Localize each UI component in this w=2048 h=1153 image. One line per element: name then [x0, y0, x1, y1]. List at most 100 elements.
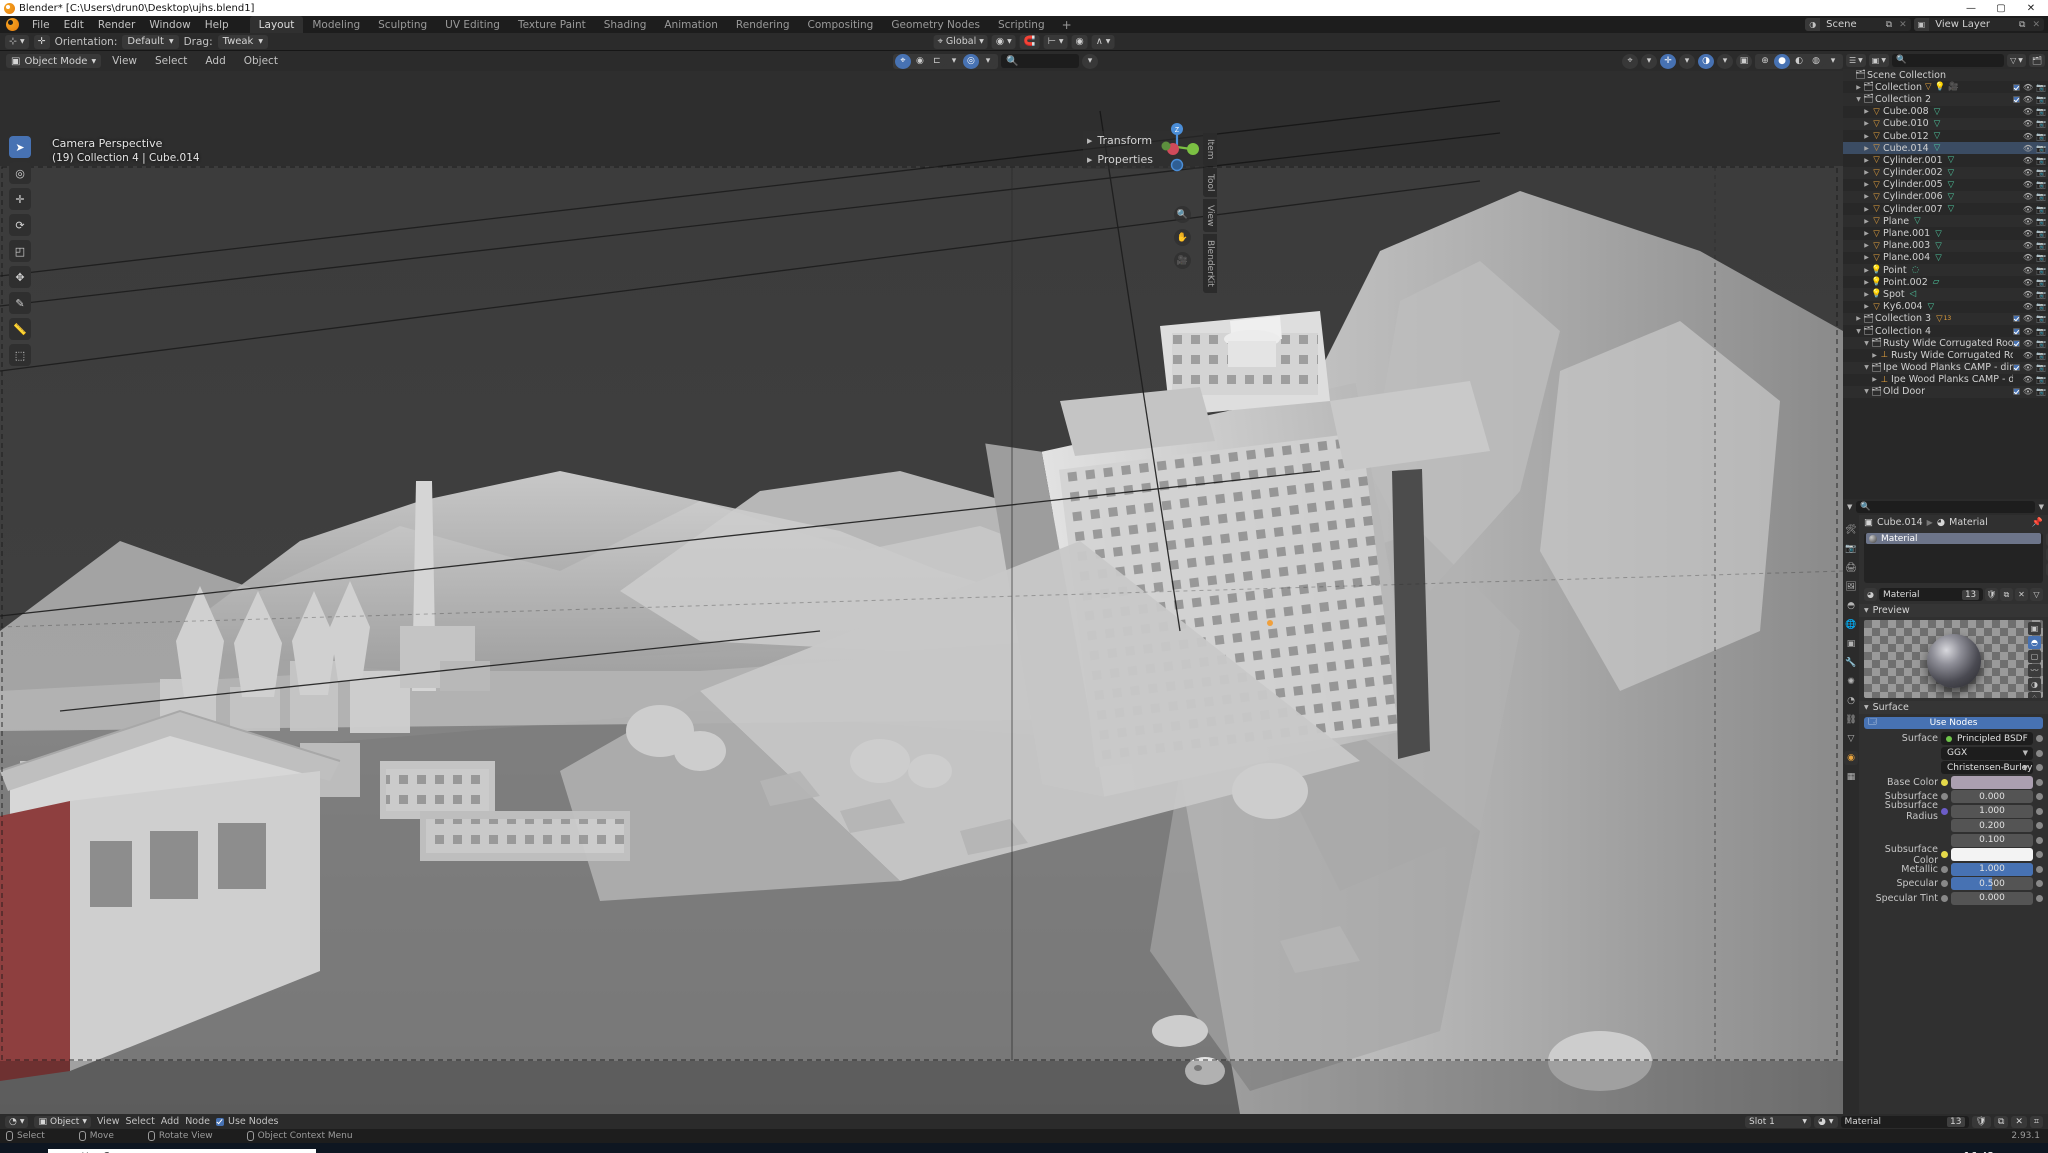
orientation-dropdown[interactable]: Default ▼ [122, 34, 179, 49]
property-dropdown[interactable]: Christensen-Burley ▼ [1941, 761, 2033, 774]
checkbox-icon[interactable] [2012, 327, 2020, 335]
move-tool-button[interactable]: ✛ [9, 188, 31, 210]
tab-layout[interactable]: Layout [249, 15, 304, 34]
node-use-nodes-checkbox[interactable]: Use Nodes [216, 1116, 279, 1127]
breadcrumb-object-label[interactable]: Cube.014 [1877, 517, 1923, 528]
vtab-item[interactable]: Item [1203, 133, 1217, 166]
snap-dropdown-icon[interactable]: ▾ [945, 53, 962, 69]
animate-property-dot[interactable] [2036, 735, 2043, 742]
chevron-right-icon[interactable]: ▶ [1862, 242, 1871, 249]
animate-property-dot[interactable] [2036, 778, 2043, 786]
checkbox-icon[interactable] [2012, 339, 2020, 347]
property-dropdown[interactable]: GGX ▼ [1941, 746, 2033, 760]
eye-icon[interactable]: 👁 [2023, 314, 2033, 323]
outliner-new-collection-icon[interactable]: 🗂 [2028, 53, 2045, 67]
node-menu-select[interactable]: Select [125, 1116, 154, 1127]
eye-icon[interactable]: 👁 [2023, 302, 2033, 311]
camera-view-icon[interactable]: 🎥 [1174, 252, 1191, 269]
show-gizmo-icon[interactable]: ⌖ [1622, 53, 1638, 69]
preview-section-header[interactable]: ▼ Preview [1859, 604, 2048, 617]
property-slider[interactable]: 0.200 [1951, 819, 2033, 832]
camera-icon[interactable]: 📷 [2036, 253, 2046, 262]
eye-icon[interactable]: 👁 [2023, 205, 2033, 214]
eye-icon[interactable]: 👁 [2023, 217, 2033, 226]
global-orientation-icon[interactable]: ⌖ [894, 53, 911, 69]
new-scene-icon[interactable]: ⧉ [1883, 20, 1895, 30]
drag-dropdown[interactable]: Tweak ▼ [217, 34, 268, 49]
chevron-down-icon[interactable]: ▼ [1854, 328, 1863, 335]
viewport-menu-add[interactable]: Add [198, 54, 232, 68]
material-slot-list[interactable]: Material + − ▾ [1864, 533, 2048, 583]
tab-texture-paint[interactable]: Texture Paint [509, 16, 595, 34]
outliner-row[interactable]: ▶ 🗂 Collection 3 ▽ 13 👁 📷 [1843, 312, 2048, 325]
unlink-scene-icon[interactable]: ✕ [1895, 20, 1911, 30]
socket-dot-icon[interactable] [1941, 851, 1948, 858]
chevron-right-icon[interactable]: ▶ [1870, 376, 1879, 383]
animate-property-dot[interactable] [2036, 880, 2043, 887]
chevron-down-icon[interactable]: ▼ [1862, 364, 1871, 371]
eye-icon[interactable]: 👁 [2023, 241, 2033, 250]
vtab-tool[interactable]: Tool [1203, 167, 1217, 197]
node-material-users[interactable]: 13 [1947, 1116, 1965, 1127]
transform-tool-button[interactable]: ✥ [9, 266, 31, 288]
tab-view-layer[interactable]: 🖼 [1844, 580, 1858, 594]
socket-dot-icon[interactable] [1941, 793, 1948, 800]
eye-icon[interactable]: 👁 [2023, 290, 2033, 299]
material-data-icon[interactable]: ▽ [2030, 588, 2043, 601]
animate-property-dot[interactable] [2036, 793, 2043, 800]
animate-property-dot[interactable] [2036, 822, 2043, 829]
properties-options-icon[interactable]: ▼ [2039, 503, 2044, 511]
eye-icon[interactable]: 👁 [2023, 119, 2033, 128]
socket-dot-icon[interactable] [1941, 894, 1948, 902]
camera-icon[interactable]: 📷 [2036, 192, 2046, 201]
tab-output[interactable]: 🖨 [1844, 561, 1858, 575]
chevron-right-icon[interactable]: ▶ [1862, 157, 1871, 164]
pin-icon[interactable]: 📌 [2032, 518, 2043, 528]
snap-settings-dropdown[interactable]: ⊢ ▼ [1043, 34, 1068, 49]
outliner-row[interactable]: ▶ ▽ Cube.008 ▽ 👁 📷 [1843, 106, 2048, 118]
outliner-row[interactable]: ▶ ▽ Cylinder.001 ▽ 👁 📷 [1843, 154, 2048, 166]
measure-tool-button[interactable]: 📏 [9, 318, 31, 340]
xray-toggle-icon[interactable]: ◑ [1698, 53, 1714, 69]
toggle-xray-icon[interactable]: ▣ [1736, 53, 1752, 69]
camera-icon[interactable]: 📷 [2036, 327, 2046, 336]
node-menu-add[interactable]: Add [161, 1116, 179, 1127]
chevron-right-icon[interactable]: ▶ [1862, 254, 1871, 261]
viewport-menu-select[interactable]: Select [148, 54, 194, 68]
chevron-right-icon[interactable]: ▶ [1862, 193, 1871, 200]
eye-icon[interactable]: 👁 [2023, 339, 2033, 348]
camera-icon[interactable]: 📷 [2036, 156, 2046, 165]
maximize-button[interactable]: ▢ [1986, 0, 2016, 16]
camera-icon[interactable]: 📷 [2036, 144, 2046, 153]
start-button[interactable] [0, 1143, 48, 1153]
tab-modeling[interactable]: Modeling [303, 16, 369, 34]
outliner-filter-icon[interactable]: ▽ ▼ [2007, 53, 2026, 67]
tab-texture[interactable]: ▦ [1844, 770, 1858, 784]
object-mode-dropdown[interactable]: ▣ Object Mode ▼ [6, 54, 102, 68]
tab-data[interactable]: ▽ [1844, 732, 1858, 746]
tab-modifiers[interactable]: 🔧 [1844, 656, 1858, 670]
node-unlink-material-icon[interactable]: ✕ [2011, 1115, 2027, 1128]
material-preview-shading-icon[interactable]: ◐ [1791, 53, 1807, 69]
properties-search-input[interactable]: 🔍 [1856, 501, 2035, 513]
view-object-types-icon[interactable]: ▾ [1081, 53, 1098, 69]
cursor-tool-button[interactable]: ◎ [9, 162, 31, 184]
tweak-tool-button[interactable]: ➤ [9, 136, 31, 158]
tab-object[interactable]: ▣ [1844, 637, 1858, 651]
chevron-down-icon[interactable]: ▼ [1854, 96, 1863, 103]
camera-icon[interactable]: 📷 [2036, 290, 2046, 299]
animate-property-dot[interactable] [2036, 836, 2043, 844]
camera-icon[interactable]: 📷 [2036, 107, 2046, 116]
camera-icon[interactable]: 📷 [2036, 205, 2046, 214]
falloff-dropdown-icon[interactable]: ▾ [979, 53, 996, 69]
eye-icon[interactable]: 👁 [2023, 180, 2033, 189]
outliner-row[interactable]: ▶ ⊥ Ipe Wood Planks CAMP - dirt 👁 📷 [1843, 374, 2048, 386]
wireframe-shading-icon[interactable]: ⊕ [1757, 53, 1773, 69]
chevron-right-icon[interactable]: ▶ [1862, 218, 1871, 225]
chevron-down-icon[interactable]: ▼ [1862, 388, 1871, 395]
chevron-down-icon[interactable]: ▼ [1862, 340, 1871, 347]
property-slider[interactable]: 0.100 [1951, 833, 2033, 847]
camera-icon[interactable]: 📷 [2036, 314, 2046, 323]
chevron-right-icon[interactable]: ▶ [1862, 133, 1871, 140]
tab-geometry-nodes[interactable]: Geometry Nodes [882, 16, 989, 34]
